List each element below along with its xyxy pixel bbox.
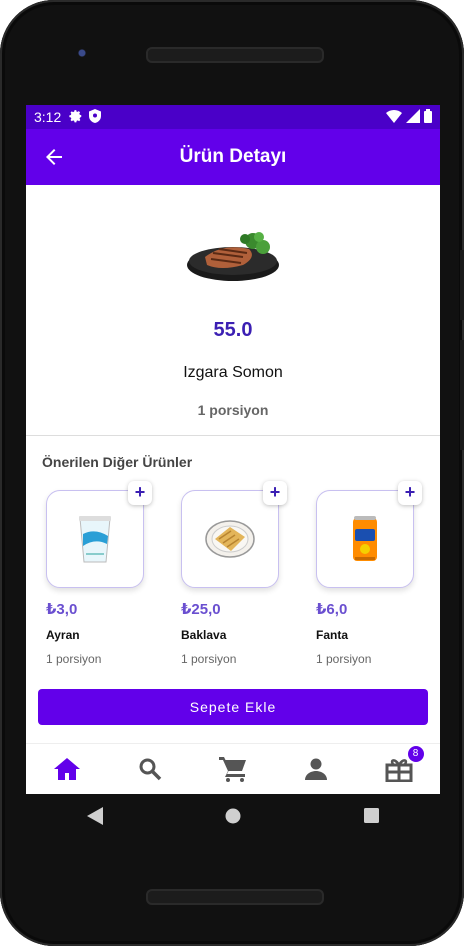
product-image — [187, 232, 279, 281]
power-button — [460, 340, 464, 450]
item-portion: 1 porsiyon — [316, 652, 372, 666]
baklava-plate-image — [205, 520, 255, 558]
product-price: 55.0 — [213, 319, 253, 341]
item-image-box — [46, 490, 144, 588]
item-image-box — [316, 490, 414, 588]
divider — [26, 435, 440, 436]
home-circle-icon[interactable] — [225, 808, 241, 829]
item-name: Baklava — [181, 628, 227, 642]
wifi-icon — [386, 109, 402, 126]
add-item-button[interactable]: + — [128, 481, 152, 505]
back-triangle-icon[interactable] — [87, 806, 104, 830]
screen: 3:12 Ürün Detayı 55.0 Izgara Somon 1 por… — [26, 105, 440, 794]
nav-profile[interactable] — [301, 754, 331, 784]
product-name: Izgara Somon — [183, 364, 283, 381]
nav-search[interactable] — [135, 754, 165, 784]
fanta-can-image — [353, 516, 377, 561]
item-name: Fanta — [316, 628, 349, 642]
item-image-box — [181, 490, 279, 588]
item-portion: 1 porsiyon — [181, 652, 237, 666]
volume-button — [460, 250, 464, 320]
ayran-cup-image — [79, 516, 111, 563]
bottom-navigation: 8 — [26, 743, 440, 794]
recents-square-icon[interactable] — [363, 808, 379, 828]
battery-icon — [424, 108, 432, 126]
status-time: 3:12 — [34, 109, 62, 125]
bottom-speaker-grille — [146, 889, 324, 905]
back-arrow-icon[interactable] — [42, 145, 66, 169]
app-bar: Ürün Detayı — [26, 129, 440, 185]
shield-icon — [89, 108, 102, 126]
item-price: ₺3,0 — [46, 601, 78, 618]
search-icon — [139, 758, 162, 781]
page-title: Ürün Detayı — [179, 146, 287, 167]
add-to-cart-button[interactable]: Sepete Ekle — [38, 689, 428, 725]
settings-icon — [69, 109, 83, 126]
item-portion: 1 porsiyon — [46, 652, 102, 666]
home-icon — [54, 758, 81, 780]
product-portion: 1 porsiyon — [197, 402, 269, 418]
status-bar: 3:12 — [26, 105, 440, 129]
item-price: ₺6,0 — [316, 601, 348, 618]
add-item-button[interactable]: + — [263, 481, 287, 505]
person-icon — [304, 758, 327, 780]
recommended-title: Önerilen Diğer Ürünler — [42, 454, 193, 470]
item-price: ₺25,0 — [181, 601, 221, 618]
gift-icon — [385, 759, 413, 782]
signal-icon — [406, 108, 420, 126]
nav-cart[interactable] — [218, 754, 248, 784]
front-camera — [74, 45, 94, 65]
notification-badge: 8 — [407, 746, 424, 762]
nav-home[interactable] — [52, 754, 82, 784]
add-item-button[interactable]: + — [398, 481, 422, 505]
nav-gifts[interactable]: 8 — [384, 746, 424, 784]
system-navigation-bar — [26, 794, 440, 842]
product-detail: 55.0 Izgara Somon 1 porsiyon — [26, 185, 440, 435]
recommended-item[interactable]: + ₺25,0 Baklava 1 porsiyon — [181, 481, 287, 666]
cart-icon — [218, 757, 246, 782]
recommended-item[interactable]: + ₺3,0 Ayran 1 porsiyon — [46, 481, 152, 666]
speaker-grille — [146, 47, 324, 63]
phone-frame: 3:12 Ürün Detayı 55.0 Izgara Somon 1 por… — [0, 0, 464, 946]
item-name: Ayran — [46, 628, 80, 642]
recommended-item[interactable]: + ₺6,0 Fanta 1 porsiyon — [316, 481, 422, 666]
recommended-list: + ₺3,0 Ayran 1 porsiyon + ₺25,0 Baklava — [26, 481, 440, 666]
